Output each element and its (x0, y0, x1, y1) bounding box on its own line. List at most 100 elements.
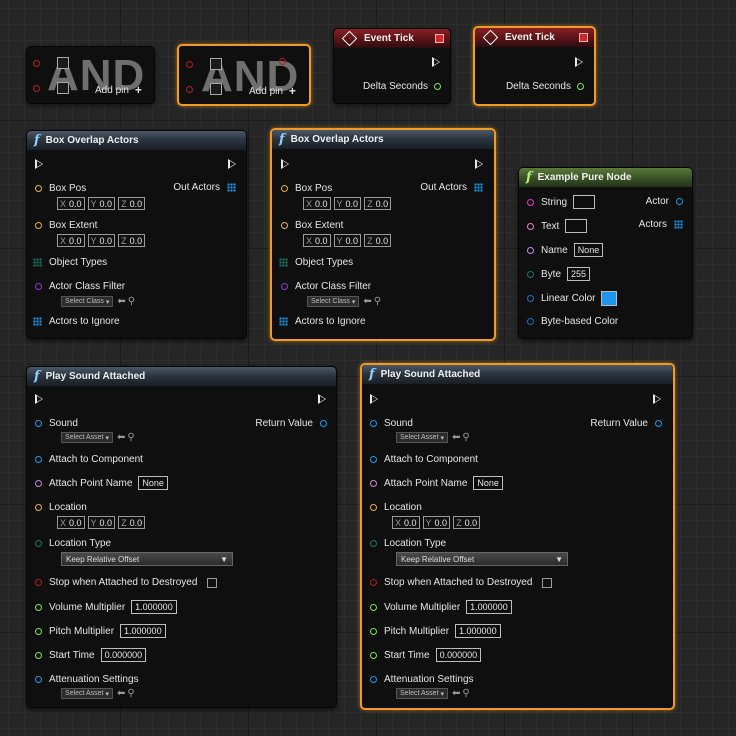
select-asset-dropdown[interactable]: Select Asset ▾ (61, 688, 113, 699)
float-pin[interactable] (35, 603, 42, 611)
event-tick-node-2[interactable]: Event Tick Delta Seconds (473, 26, 596, 106)
browse-icon[interactable]: ⚲ (374, 296, 381, 307)
exec-input-pin[interactable] (35, 394, 43, 404)
stop-destroyed-checkbox[interactable] (542, 577, 553, 588)
play-sound-node-2[interactable]: f Play Sound Attached Sound Return Value … (360, 363, 675, 710)
bool-pin-b[interactable] (186, 85, 193, 93)
byte-pin[interactable] (370, 540, 377, 547)
select-asset-dropdown[interactable]: Select Asset ▾ (396, 432, 448, 443)
select-class-dropdown[interactable]: Select Class ▾ (307, 296, 360, 307)
object-pin[interactable] (676, 198, 683, 205)
float-pin[interactable] (370, 603, 377, 611)
array-pin-icon[interactable] (279, 258, 288, 267)
and-node-1[interactable]: AND Add pin + (26, 46, 155, 104)
plus-icon[interactable]: + (135, 83, 142, 97)
exec-output-pin[interactable] (475, 159, 483, 169)
select-asset-dropdown[interactable]: Select Asset ▾ (61, 432, 113, 443)
event-tick-node-1[interactable]: Event Tick Delta Seconds (333, 28, 451, 104)
array-pin-icon[interactable] (227, 183, 236, 192)
start-time-input[interactable]: 0.000000 (435, 648, 482, 662)
vector-pin[interactable] (370, 504, 377, 511)
array-pin-icon[interactable] (33, 317, 42, 326)
exec-output-pin[interactable] (575, 57, 583, 67)
object-pin[interactable] (370, 420, 377, 427)
use-selected-icon[interactable]: ⬅ (117, 432, 125, 443)
exec-output-pin[interactable] (228, 159, 236, 169)
bool-pin-b[interactable] (33, 84, 40, 92)
use-selected-icon[interactable]: ⬅ (452, 432, 460, 443)
array-pin-icon[interactable] (33, 258, 42, 267)
exec-input-pin[interactable] (35, 159, 43, 169)
array-pin-icon[interactable] (674, 220, 683, 229)
byte-pin[interactable] (35, 540, 42, 547)
vector-pin[interactable] (35, 222, 42, 229)
bool-checkbox-a[interactable] (210, 58, 222, 70)
select-asset-dropdown[interactable]: Select Asset ▾ (396, 688, 448, 699)
use-selected-icon[interactable]: ⬅ (452, 688, 460, 699)
add-pin-label[interactable]: Add pin (249, 86, 283, 97)
name-input[interactable]: None (573, 243, 604, 257)
example-pure-node[interactable]: f Example Pure Node String Actor Text Act… (518, 167, 693, 339)
box-pos-vector[interactable]: X 0.0 Y 0.0 Z 0.0 (303, 197, 392, 210)
float-pin[interactable] (370, 651, 377, 659)
class-pin[interactable] (35, 283, 42, 290)
location-type-dropdown[interactable]: Keep Relative Offset ▼ (61, 552, 233, 566)
location-vector[interactable]: X 0.0 Y 0.0 Z 0.0 (57, 516, 146, 529)
struct-pin[interactable] (527, 295, 534, 302)
object-output-pin[interactable] (655, 420, 662, 427)
bool-checkbox-b[interactable] (210, 83, 222, 95)
stop-destroyed-checkbox[interactable] (207, 577, 218, 588)
array-pin-icon[interactable] (474, 183, 483, 192)
use-selected-icon[interactable]: ⬅ (117, 296, 125, 307)
play-sound-node-1[interactable]: f Play Sound Attached Sound Return Value … (26, 366, 337, 708)
browse-icon[interactable]: ⚲ (462, 688, 469, 699)
browse-icon[interactable]: ⚲ (127, 688, 134, 699)
name-pin[interactable] (370, 479, 377, 487)
use-selected-icon[interactable]: ⬅ (363, 296, 371, 307)
object-output-pin[interactable] (320, 420, 327, 427)
and-node-2[interactable]: AND Add pin + (177, 44, 311, 106)
struct-pin[interactable] (527, 318, 534, 325)
location-vector[interactable]: X 0.0 Y 0.0 Z 0.0 (392, 516, 481, 529)
bool-checkbox-a[interactable] (57, 57, 69, 69)
object-pin[interactable] (370, 456, 377, 463)
float-pin[interactable] (35, 627, 42, 635)
exec-output-pin[interactable] (432, 57, 440, 67)
class-pin[interactable] (281, 283, 288, 290)
float-pin[interactable] (35, 651, 42, 659)
select-class-dropdown[interactable]: Select Class ▾ (61, 296, 114, 307)
vector-pin[interactable] (281, 222, 288, 229)
vector-pin[interactable] (35, 185, 42, 192)
browse-icon[interactable]: ⚲ (127, 432, 134, 443)
exec-input-pin[interactable] (281, 159, 289, 169)
bool-pin[interactable] (370, 579, 377, 586)
browse-icon[interactable]: ⚲ (462, 432, 469, 443)
box-extent-vector[interactable]: X 0.0 Y 0.0 Z 0.0 (303, 234, 392, 247)
color-swatch[interactable] (601, 291, 618, 306)
start-time-input[interactable]: 0.000000 (100, 648, 147, 662)
bool-pin-a[interactable] (33, 59, 40, 67)
use-selected-icon[interactable]: ⬅ (117, 688, 125, 699)
bool-pin[interactable] (35, 579, 42, 586)
name-pin[interactable] (527, 246, 534, 254)
vector-pin[interactable] (35, 504, 42, 511)
vector-pin[interactable] (281, 185, 288, 192)
float-pin[interactable] (370, 627, 377, 635)
string-pin[interactable] (527, 198, 534, 206)
bool-pin-a[interactable] (186, 60, 193, 68)
volume-input[interactable]: 1.000000 (466, 600, 512, 614)
box-extent-vector[interactable]: X 0.0 Y 0.0 Z 0.0 (57, 234, 146, 247)
name-pin[interactable] (35, 479, 42, 487)
bool-checkbox-b[interactable] (57, 82, 69, 94)
browse-icon[interactable]: ⚲ (128, 296, 135, 307)
plus-icon[interactable]: + (289, 84, 296, 98)
attach-point-input[interactable]: None (473, 476, 503, 490)
pitch-input[interactable]: 1.000000 (455, 624, 501, 638)
text-input[interactable] (565, 219, 588, 233)
float-pin[interactable] (434, 83, 441, 90)
byte-pin[interactable] (527, 270, 534, 278)
object-pin[interactable] (35, 676, 42, 683)
object-pin[interactable] (35, 420, 42, 427)
pitch-input[interactable]: 1.000000 (120, 624, 166, 638)
box-overlap-node-2[interactable]: f Box Overlap Actors Box Pos Out Actors X… (270, 128, 496, 341)
